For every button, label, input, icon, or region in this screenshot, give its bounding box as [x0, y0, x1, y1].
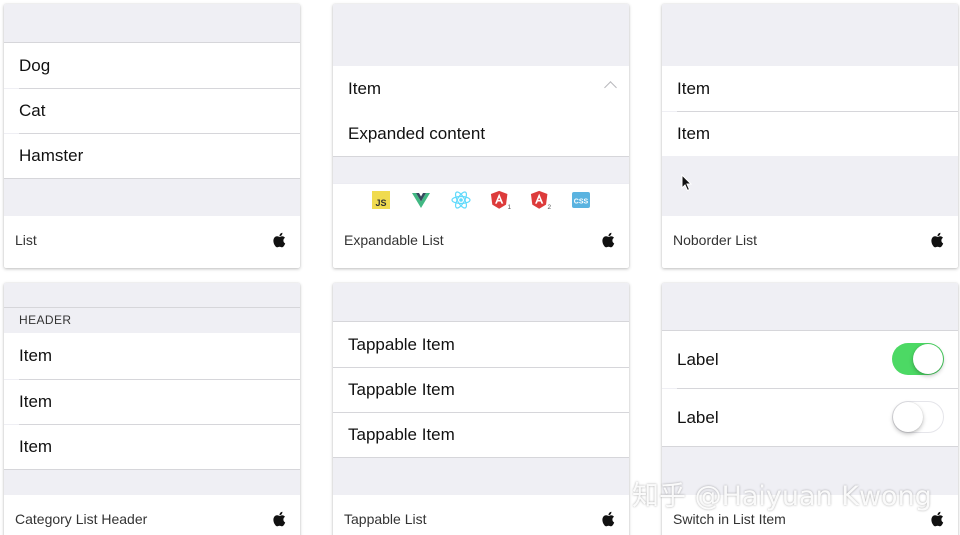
apple-icon	[931, 511, 944, 527]
card-list: Dog Cat Hamster List	[4, 4, 300, 268]
card-caption[interactable]: Category List Header	[4, 495, 300, 535]
list-item[interactable]: Hamster	[4, 134, 300, 178]
list-preview: Dog Cat Hamster	[4, 4, 300, 216]
mouse-cursor-icon	[681, 174, 693, 192]
angular-1-icon[interactable]: 1	[490, 189, 512, 211]
toggle-switch-on[interactable]	[892, 343, 944, 375]
expanded-content: Expanded content	[333, 112, 629, 156]
noborder-preview: Item Item	[662, 4, 958, 216]
list-item[interactable]: Cat	[4, 89, 300, 133]
react-icon[interactable]	[450, 189, 472, 211]
card-caption[interactable]: Expandable List	[333, 216, 629, 264]
card-caption[interactable]: List	[4, 216, 300, 264]
card-category-list-header: HEADER Item Item Item Category List Head…	[4, 283, 300, 535]
tappable-item[interactable]: Tappable Item	[333, 413, 629, 457]
javascript-icon[interactable]: JS	[370, 189, 392, 211]
switch-item[interactable]: Label	[662, 331, 958, 388]
css-icon[interactable]: CSS	[570, 189, 592, 211]
toggle-switch-off[interactable]	[892, 401, 944, 433]
tappable-preview: Tappable Item Tappable Item Tappable Ite…	[333, 283, 629, 495]
noborder-item[interactable]: Item	[662, 66, 958, 111]
expandable-item[interactable]: Item	[333, 66, 629, 112]
svg-text:2: 2	[547, 204, 551, 211]
card-expandable-list: Item Expanded content JS 1 2 CSS Expanda…	[333, 4, 629, 268]
card-caption[interactable]: Noborder List	[662, 216, 958, 264]
tech-icon-bar: JS 1 2 CSS	[333, 184, 629, 216]
card-caption[interactable]: Tappable List	[333, 495, 629, 535]
card-noborder-list: Item Item Noborder List	[662, 4, 958, 268]
category-preview: HEADER Item Item Item	[4, 283, 300, 495]
svg-text:CSS: CSS	[574, 199, 589, 206]
tappable-item[interactable]: Tappable Item	[333, 368, 629, 412]
caption-label: Noborder List	[673, 232, 758, 248]
vue-icon[interactable]	[410, 189, 432, 211]
caption-label: Category List Header	[15, 511, 148, 527]
watermark: 知乎 @Haiyuan Kwong	[632, 481, 932, 512]
svg-text:JS: JS	[375, 198, 386, 208]
category-item[interactable]: Item	[4, 333, 300, 379]
apple-icon	[273, 232, 286, 248]
apple-icon	[602, 232, 615, 248]
card-tappable-list: Tappable Item Tappable Item Tappable Ite…	[333, 283, 629, 535]
switch-preview: Label Label	[662, 283, 958, 495]
caption-label: Expandable List	[344, 232, 444, 248]
chevron-up-icon[interactable]	[604, 81, 617, 94]
apple-icon	[273, 511, 286, 527]
category-item[interactable]: Item	[4, 380, 300, 424]
toggle-knob	[892, 401, 923, 432]
toggle-knob	[913, 344, 943, 374]
angular-2-icon[interactable]: 2	[530, 189, 552, 211]
list-item[interactable]: Dog	[4, 43, 300, 88]
caption-label: Tappable List	[344, 511, 427, 527]
section-header: HEADER	[4, 308, 300, 332]
caption-label: Switch in List Item	[673, 511, 786, 527]
tappable-item[interactable]: Tappable Item	[333, 322, 629, 367]
noborder-item[interactable]: Item	[662, 112, 958, 156]
category-item[interactable]: Item	[4, 425, 300, 469]
expandable-preview: Item Expanded content JS 1 2 CSS	[333, 4, 629, 216]
svg-text:1: 1	[507, 204, 511, 211]
caption-label: List	[15, 232, 37, 248]
apple-icon	[602, 511, 615, 527]
switch-item[interactable]: Label	[662, 389, 958, 446]
apple-icon	[931, 232, 944, 248]
